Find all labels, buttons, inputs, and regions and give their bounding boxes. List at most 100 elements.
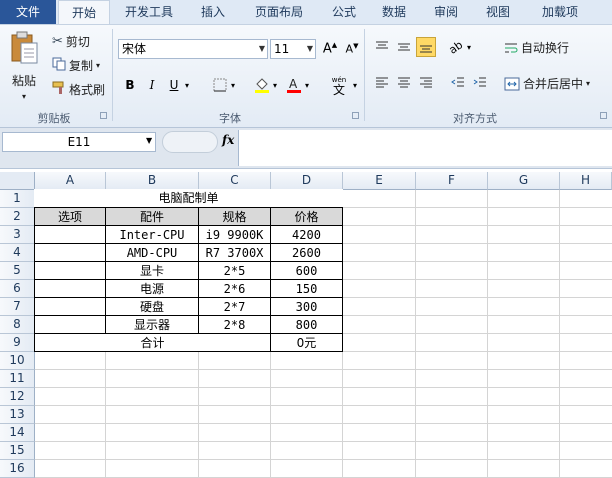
header-spec[interactable]: 规格 [198,207,271,226]
paste-button[interactable]: 粘贴 ▾ [6,31,42,101]
decrease-font-size-button[interactable]: A▼ [342,39,362,59]
align-middle-button[interactable] [394,37,414,57]
align-bottom-button[interactable] [416,37,436,57]
font-color-button[interactable]: A [284,75,304,95]
row-header-4[interactable]: 4 [0,244,35,262]
row-header-1[interactable]: 1 [0,190,35,208]
fill-color-dropdown-icon[interactable]: ▾ [270,75,280,95]
tab-review[interactable]: 审阅 [424,0,468,24]
row-header-14[interactable]: 14 [0,424,35,442]
name-box[interactable]: E11 [2,132,156,152]
price-cell[interactable]: 300 [270,297,343,316]
tab-home[interactable]: 开始 [58,0,110,24]
tab-view[interactable]: 视图 [476,0,520,24]
spec-cell[interactable]: R7 3700X [198,243,271,262]
part-cell[interactable]: AMD-CPU [105,243,199,262]
part-cell[interactable]: 显卡 [105,261,199,280]
column-header-d[interactable]: D [271,172,343,190]
align-left-button[interactable] [372,73,392,93]
total-value-cell[interactable]: 0元 [270,333,343,352]
font-launcher-icon[interactable] [352,112,359,119]
phonetic-button[interactable]: wén 文 [326,73,352,97]
row-header-3[interactable]: 3 [0,226,35,244]
spec-cell[interactable]: i9 9900K [198,225,271,244]
font-name-combo[interactable]: 宋体 ▼ [118,39,268,59]
tab-page-layout[interactable]: 页面布局 [246,0,312,24]
increase-font-size-button[interactable]: A▲ [320,39,340,59]
bold-button[interactable]: B [120,75,140,95]
price-cell[interactable]: 800 [270,315,343,334]
align-right-button[interactable] [416,73,436,93]
column-header-a[interactable]: A [35,172,106,190]
row-header-11[interactable]: 11 [0,370,35,388]
align-center-button[interactable] [394,73,414,93]
row-header-15[interactable]: 15 [0,442,35,460]
spec-cell[interactable]: 2*8 [198,315,271,334]
row-header-10[interactable]: 10 [0,352,35,370]
option-cell[interactable] [34,243,106,262]
borders-dropdown-icon[interactable]: ▾ [228,75,238,95]
column-header-b[interactable]: B [106,172,199,190]
underline-button[interactable]: U [164,75,184,95]
part-cell[interactable]: 电源 [105,279,199,298]
tab-file[interactable]: 文件 [0,0,56,24]
option-cell[interactable] [34,225,106,244]
phonetic-dropdown-icon[interactable]: ▾ [350,75,360,95]
row-header-5[interactable]: 5 [0,262,35,280]
row-header-12[interactable]: 12 [0,388,35,406]
spec-cell[interactable]: 2*5 [198,261,271,280]
row-header-2[interactable]: 2 [0,208,35,226]
align-top-button[interactable] [372,37,392,57]
part-cell[interactable]: 显示器 [105,315,199,334]
orientation-button[interactable]: ab [446,37,466,57]
tab-data[interactable]: 数据 [372,0,416,24]
column-header-g[interactable]: G [488,172,560,190]
decrease-indent-button[interactable] [448,73,468,93]
merge-center-button[interactable]: 合并后居中 ▾ [504,75,590,92]
increase-indent-button[interactable] [470,73,490,93]
row-header-8[interactable]: 8 [0,316,35,334]
copy-dropdown-icon[interactable]: ▾ [96,61,100,70]
copy-button[interactable]: 复制 ▾ [52,57,100,74]
row-header-7[interactable]: 7 [0,298,35,316]
part-cell[interactable]: 硬盘 [105,297,199,316]
header-price[interactable]: 价格 [270,207,343,226]
column-header-e[interactable]: E [343,172,416,190]
option-cell[interactable] [34,297,106,316]
column-header-f[interactable]: F [416,172,488,190]
cut-button[interactable]: ✂ 剪切 [52,33,90,50]
borders-button[interactable] [210,75,230,95]
row-header-6[interactable]: 6 [0,280,35,298]
italic-button[interactable]: I [142,75,162,95]
option-cell[interactable] [34,279,106,298]
price-cell[interactable]: 150 [270,279,343,298]
wrap-text-button[interactable]: 自动换行 [504,39,569,56]
name-box-dropdown-icon[interactable]: ▼ [146,136,152,145]
part-cell[interactable]: Inter-CPU [105,225,199,244]
total-label-cell[interactable]: 合计 [34,333,271,352]
clipboard-launcher-icon[interactable] [100,112,107,119]
sheet-title-cell[interactable]: 电脑配制单 [34,189,343,208]
spec-cell[interactable]: 2*7 [198,297,271,316]
fill-color-button[interactable] [252,75,272,95]
header-option[interactable]: 选项 [34,207,106,226]
orientation-dropdown-icon[interactable]: ▾ [464,37,474,57]
price-cell[interactable]: 4200 [270,225,343,244]
spec-cell[interactable]: 2*6 [198,279,271,298]
tab-addins[interactable]: 加载项 [532,0,588,24]
price-cell[interactable]: 600 [270,261,343,280]
insert-function-button[interactable]: fx [222,133,234,147]
column-header-h[interactable]: H [560,172,612,190]
price-cell[interactable]: 2600 [270,243,343,262]
formula-input[interactable] [238,130,612,166]
font-color-dropdown-icon[interactable]: ▾ [302,75,312,95]
tab-insert[interactable]: 插入 [190,0,236,24]
select-all-corner[interactable] [0,172,35,190]
option-cell[interactable] [34,261,106,280]
paste-dropdown-icon[interactable]: ▾ [22,92,26,101]
row-header-16[interactable]: 16 [0,460,35,478]
option-cell[interactable] [34,315,106,334]
underline-dropdown-icon[interactable]: ▾ [182,75,192,95]
font-size-combo[interactable]: 11 ▼ [270,39,316,59]
column-header-c[interactable]: C [199,172,271,190]
